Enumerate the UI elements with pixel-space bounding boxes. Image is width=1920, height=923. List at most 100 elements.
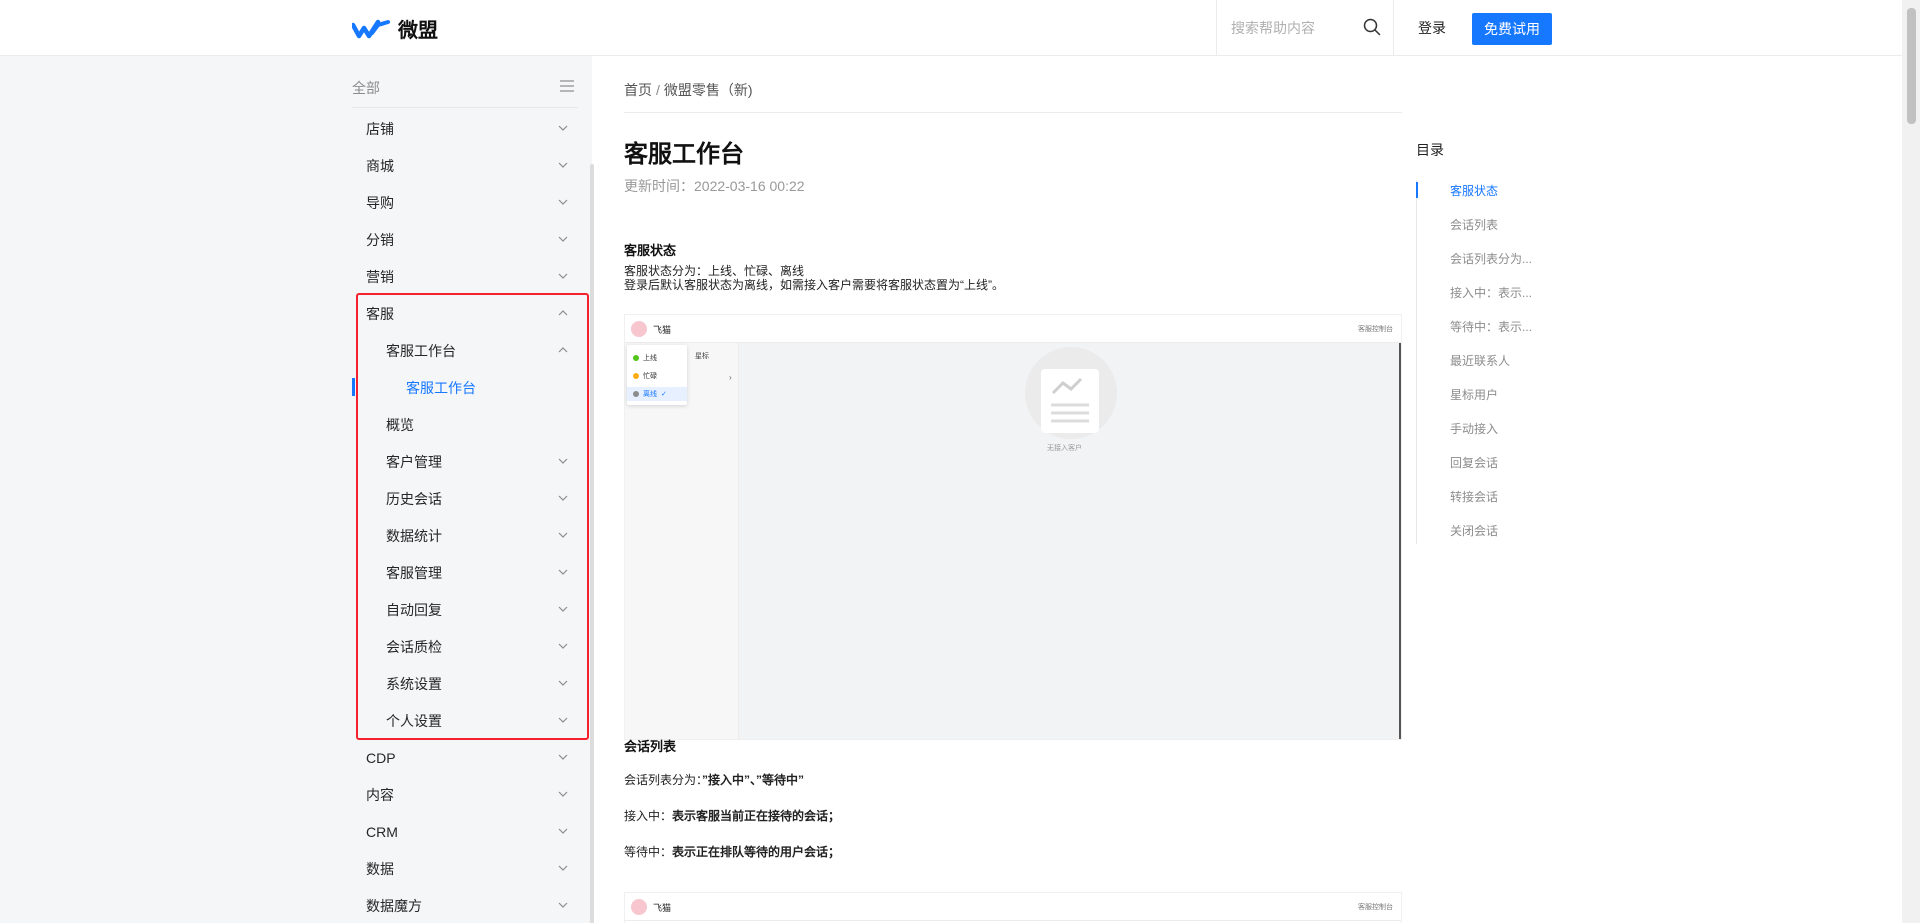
status-offline-label: 离线 — [643, 391, 657, 398]
sidebar-item-label: 客户管理 — [386, 453, 442, 470]
chevron-down-icon — [558, 606, 568, 612]
article-content: 首页 / 微盟零售（新) 客服工作台 更新时间：2022-03-16 00:22 客… — [624, 56, 1404, 923]
sidebar-item-label: 客服管理 — [386, 564, 442, 581]
sidebar-item-label: CRM — [366, 823, 398, 840]
section-title-session-list: 会话列表 — [624, 739, 677, 754]
sidebar-item[interactable]: 店铺 — [352, 110, 588, 147]
chevron-right-icon: › — [729, 373, 732, 382]
sidebar-item[interactable]: 导购 — [352, 184, 588, 221]
shot-console-label: 客服控制台 — [1358, 904, 1393, 911]
breadcrumb-home-link[interactable]: 首页 — [624, 82, 652, 98]
login-button[interactable]: 登录 — [1418, 18, 1446, 38]
sidebar-item[interactable]: 商城 — [352, 147, 588, 184]
page-scrollbar-thumb[interactable] — [1907, 8, 1916, 124]
sidebar-item[interactable]: 系统设置 — [352, 665, 588, 702]
sidebar-item[interactable]: CRM — [352, 813, 588, 850]
shot-topbar: 飞猫 客服控制台 — [625, 893, 1401, 921]
sidebar-divider — [352, 107, 578, 108]
sidebar-item[interactable]: 数据魔方 — [352, 887, 588, 923]
breadcrumb-current-link[interactable]: 微盟零售（新) — [664, 82, 753, 98]
sidebar-item-label: 客服工作台 — [406, 379, 476, 396]
sidebar-item[interactable]: 营销 — [352, 258, 588, 295]
sidebar-all-label: 全部 — [352, 80, 380, 96]
sidebar-item[interactable]: 自动回复 — [352, 591, 588, 628]
chevron-down-icon — [558, 199, 568, 205]
chevron-down-icon — [558, 902, 568, 908]
sidebar-item-label: 系统设置 — [386, 675, 442, 692]
sidebar-item[interactable]: 客户管理 — [352, 443, 588, 480]
sidebar-item-label: 客服 — [366, 305, 394, 322]
status-paragraph-line2: 登录后默认客服状态为离线，如需接入客户需要将客服状态置为“上线”。 — [624, 278, 1004, 292]
sidebar-item[interactable]: 客服工作台 — [352, 369, 588, 406]
toc-item[interactable]: 客服状态 — [1450, 182, 1498, 199]
logo-mark-icon — [352, 19, 390, 38]
search-icon[interactable] — [1363, 18, 1381, 36]
page-scrollbar-track[interactable] — [1902, 0, 1920, 923]
chevron-down-icon — [558, 791, 568, 797]
sidebar-item-label: CDP — [366, 749, 396, 766]
chevron-down-icon — [558, 495, 568, 501]
toc-item[interactable]: 回复会话 — [1450, 454, 1498, 471]
chevron-down-icon — [558, 458, 568, 464]
status-dropdown: 上线 忙碌 离线 ✓ — [627, 345, 687, 405]
offline-dot-icon — [633, 391, 639, 397]
empty-document-icon — [1041, 369, 1099, 433]
sidebar-item-label: 数据统计 — [386, 527, 442, 544]
session-list-line3-emphasis: 表示正在排队等待的用户会话； — [672, 845, 841, 859]
sidebar-item-label: 客服工作台 — [386, 342, 456, 359]
session-list-line2-emphasis: 表示客服当前正在接待的会话； — [672, 809, 841, 823]
chevron-down-icon — [558, 643, 568, 649]
toc-item[interactable]: 等待中：表示... — [1450, 318, 1532, 335]
free-trial-button[interactable]: 免费试用 — [1472, 13, 1552, 45]
toc-item[interactable]: 最近联系人 — [1450, 352, 1510, 369]
toc-item[interactable]: 会话列表 — [1450, 216, 1498, 233]
busy-dot-icon — [633, 373, 639, 379]
section-title-status: 客服状态 — [624, 243, 677, 258]
sidebar-scrollbar[interactable] — [590, 164, 594, 923]
menu-list-icon[interactable] — [560, 80, 574, 92]
toc-item[interactable]: 接入中：表示... — [1450, 284, 1532, 301]
chevron-down-icon — [558, 754, 568, 760]
sidebar-item-label: 店铺 — [366, 120, 394, 137]
toc-item[interactable]: 转接会话 — [1450, 488, 1498, 505]
chevron-down-icon — [558, 162, 568, 168]
chevron-up-icon — [558, 347, 568, 353]
toc-item[interactable]: 星标用户 — [1450, 386, 1498, 403]
content-divider — [624, 112, 1402, 113]
shot-user-name: 飞猫 — [653, 903, 672, 913]
sidebar-item[interactable]: 会话质检 — [352, 628, 588, 665]
sidebar-item[interactable]: 数据统计 — [352, 517, 588, 554]
chevron-down-icon — [558, 680, 568, 686]
breadcrumb-separator: / — [656, 82, 660, 98]
sidebar-item[interactable]: 历史会话 — [352, 480, 588, 517]
session-list-line1-emphasis: ”接入中”、”等待中” — [702, 773, 805, 787]
sidebar-item[interactable]: 数据 — [352, 850, 588, 887]
sidebar-item[interactable]: 个人设置 — [352, 702, 588, 739]
sidebar-item[interactable]: CDP — [352, 739, 588, 776]
status-option-online: 上线 — [633, 353, 657, 363]
sidebar-item[interactable]: 客服管理 — [352, 554, 588, 591]
sidebar-item[interactable]: 内容 — [352, 776, 588, 813]
sidebar-menu: 店铺 商城 导购 分销 营销 客服 客服工作台 客服工作台 概览 客户管理 历史会话 数据统计 客服管理… — [352, 110, 588, 923]
sidebar-header: 全部 — [352, 72, 574, 100]
sidebar-item-label: 内容 — [366, 786, 394, 803]
sidebar-item[interactable]: 客服工作台 — [352, 332, 588, 369]
toc-item[interactable]: 会话列表分为... — [1450, 250, 1532, 267]
search-input[interactable] — [1231, 17, 1351, 39]
shot-edge-line — [1399, 343, 1401, 739]
sidebar-item[interactable]: 分销 — [352, 221, 588, 258]
toc-item[interactable]: 手动接入 — [1450, 420, 1498, 437]
sidebar-item[interactable]: 客服 — [352, 295, 588, 332]
toc-item[interactable]: 关闭会话 — [1450, 522, 1498, 539]
sidebar-item-label: 数据魔方 — [366, 897, 422, 914]
toc-rail — [1416, 180, 1417, 544]
sidebar-item-label: 自动回复 — [386, 601, 442, 618]
sidebar-item[interactable]: 概览 — [352, 406, 588, 443]
status-paragraph-line1: 客服状态分为：上线、忙碌、离线 — [624, 264, 805, 278]
updated-time: 更新时间：2022-03-16 00:22 — [624, 178, 805, 194]
empty-state-text: 无接入客户 — [1047, 445, 1082, 452]
session-list-line3: 等待中：表示正在排队等待的用户会话； — [624, 845, 840, 859]
brand-logo[interactable]: 微盟 — [352, 14, 438, 43]
status-option-offline: 离线 ✓ — [627, 387, 687, 401]
breadcrumb: 首页 / 微盟零售（新) — [624, 80, 753, 100]
